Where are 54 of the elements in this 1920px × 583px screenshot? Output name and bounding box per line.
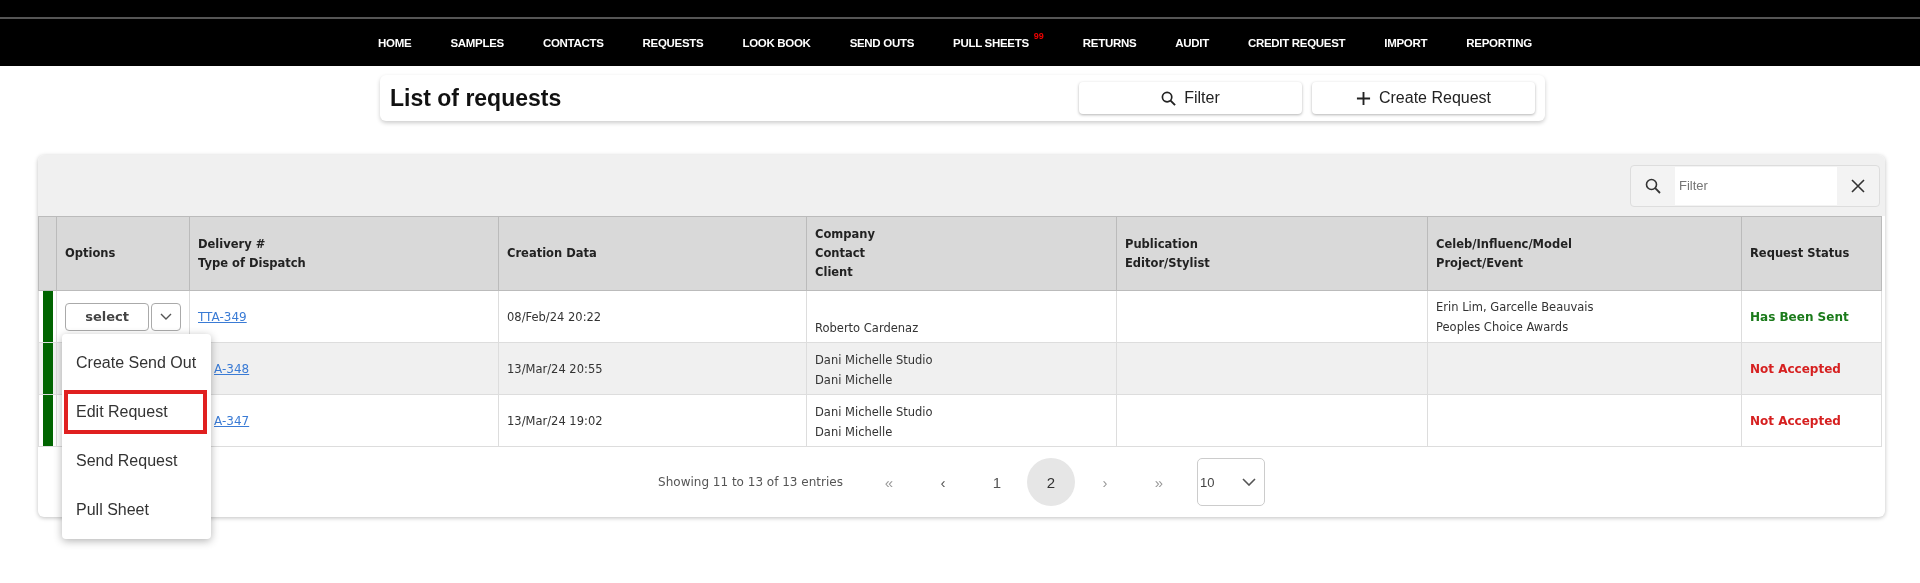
page-button[interactable]: 2 bbox=[1026, 458, 1075, 506]
column-header: Celeb/Influenc/Model Project/Event bbox=[1427, 216, 1742, 291]
nav-link[interactable]: IMPORT bbox=[1384, 36, 1428, 49]
menu-item[interactable]: Pull Sheet bbox=[62, 485, 211, 534]
column-header: Company Contact Client bbox=[806, 216, 1117, 291]
menu-item[interactable]: Create Send Out bbox=[62, 338, 211, 387]
page-size-select[interactable]: 10 bbox=[1196, 458, 1265, 506]
plus-icon bbox=[1355, 90, 1371, 106]
create-button[interactable]: Create Request bbox=[1312, 82, 1535, 114]
table-cell-text: Dani Michelle Studio bbox=[815, 404, 934, 421]
filter-button[interactable]: Filter bbox=[1079, 82, 1302, 114]
nav-link[interactable]: AUDIT bbox=[1175, 36, 1209, 49]
nav-link[interactable]: SEND OUTS bbox=[849, 36, 915, 49]
column-header: Delivery # Type of Dispatch bbox=[189, 216, 499, 291]
delivery-link[interactable]: TTA-349 bbox=[198, 309, 247, 324]
nav-link[interactable]: REPORTING bbox=[1466, 36, 1532, 49]
table-cell-text: Dani Michelle Studio bbox=[815, 352, 934, 369]
status-label: Has Been Sent bbox=[1750, 309, 1849, 324]
column-header: Options bbox=[56, 216, 190, 291]
page-title: List of requests bbox=[390, 84, 562, 112]
page-button[interactable]: 1 bbox=[972, 458, 1021, 506]
notification-count: 99 bbox=[1033, 30, 1044, 41]
table-cell-text: Roberto Cardenaz bbox=[815, 320, 920, 337]
nav-link[interactable]: REQUESTS bbox=[642, 36, 704, 49]
table-cell-text: Peoples Choice Awards bbox=[1436, 318, 1570, 336]
nav-link[interactable]: CONTACTS bbox=[542, 36, 604, 49]
filter-input[interactable]: Filter bbox=[1675, 166, 1837, 205]
nav-link[interactable]: RETURNS bbox=[1082, 36, 1137, 49]
column-header: Request Status bbox=[1741, 216, 1882, 291]
search-icon[interactable] bbox=[1645, 177, 1661, 194]
table-cell: 13/Mar/24 19:02 bbox=[507, 413, 603, 428]
menu-item[interactable]: Edit Request bbox=[62, 387, 209, 436]
nav-link[interactable]: PULL SHEETS bbox=[953, 36, 1029, 49]
table-cell: 13/Mar/24 20:55 bbox=[507, 361, 603, 376]
nav-link[interactable]: HOME bbox=[378, 36, 412, 49]
table-cell-text: Dani Michelle bbox=[815, 372, 894, 389]
caret-icon bbox=[160, 312, 173, 321]
nav-link[interactable]: SAMPLES bbox=[450, 36, 504, 49]
select-button[interactable]: select bbox=[65, 302, 150, 331]
status-label: Not Accepted bbox=[1750, 361, 1841, 376]
close-icon[interactable] bbox=[1851, 178, 1865, 193]
column-header: Publication Editor/Stylist bbox=[1116, 216, 1428, 291]
table-cell-text: Dani Michelle bbox=[815, 424, 894, 441]
menu-item[interactable]: Send Request bbox=[62, 436, 211, 485]
previous-page-button[interactable]: ‹ bbox=[918, 458, 967, 506]
status-label: Not Accepted bbox=[1750, 413, 1841, 428]
nav-link[interactable]: CREDIT REQUEST bbox=[1247, 36, 1346, 49]
nav-link[interactable]: LOOK BOOK bbox=[742, 36, 811, 49]
column-header: Creation Data bbox=[498, 216, 807, 291]
table-cell: 08/Feb/24 20:22 bbox=[507, 309, 602, 324]
table-cell-text: Erin Lim, Garcelle Beauvais bbox=[1436, 298, 1595, 316]
search-icon bbox=[1161, 90, 1177, 106]
entries-info: Showing 11 to 13 of 13 entries bbox=[658, 475, 843, 489]
caret-icon bbox=[1241, 478, 1256, 486]
